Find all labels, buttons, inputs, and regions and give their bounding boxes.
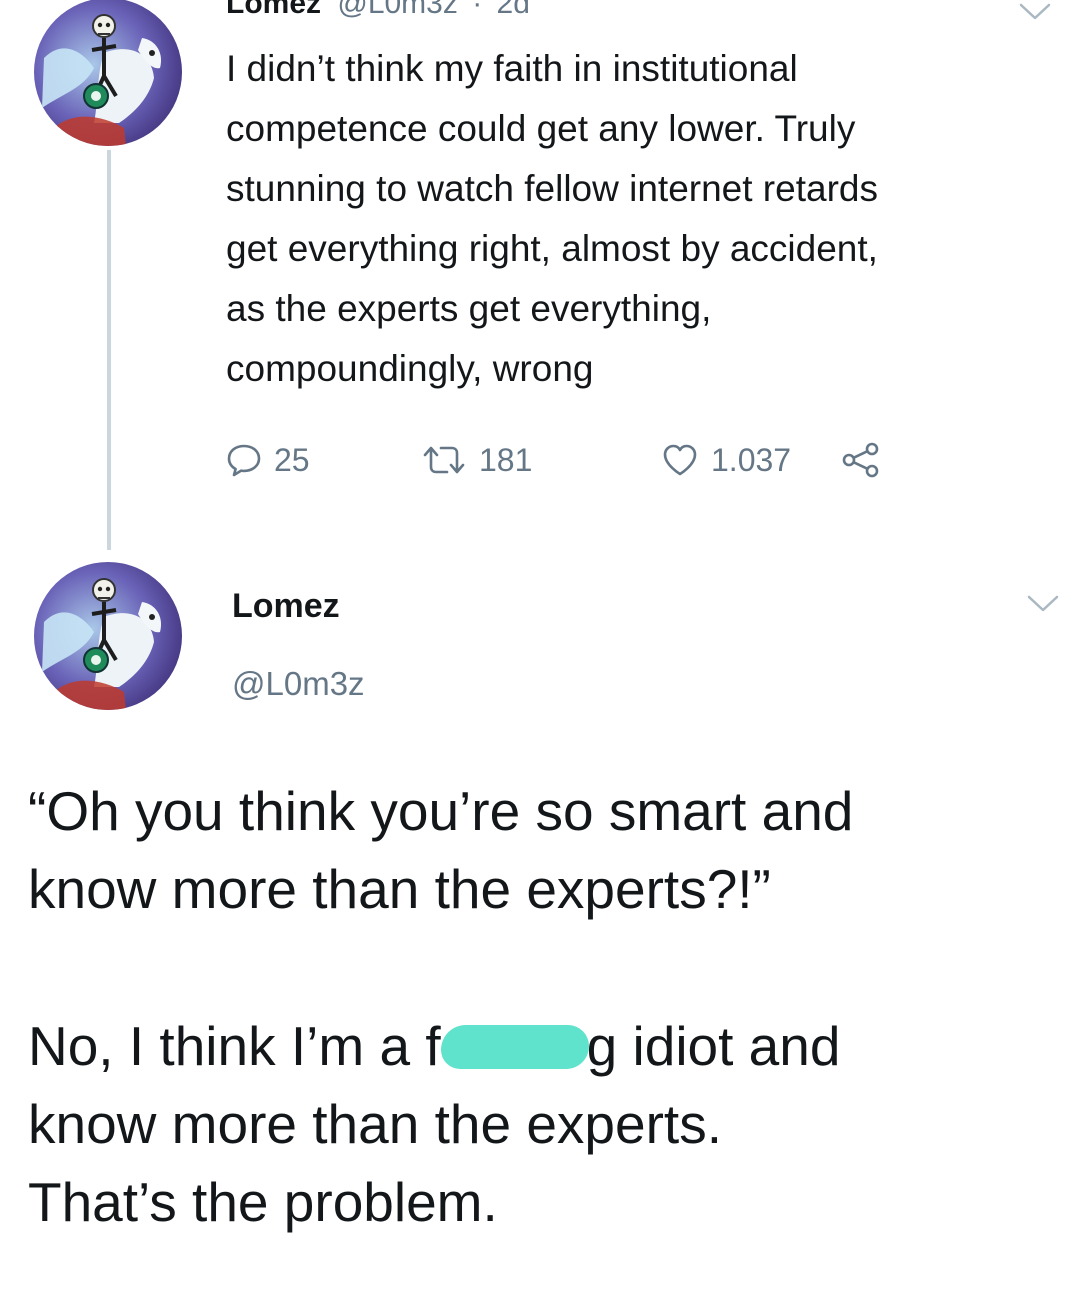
tweet-text-line: competence could get any lower. Truly bbox=[226, 108, 856, 149]
reply-count: 25 bbox=[274, 441, 310, 478]
tweet-text-line: I didn’t think my faith in institutional bbox=[226, 48, 798, 89]
heart-icon bbox=[663, 444, 697, 476]
like-button[interactable]: 1.037 bbox=[661, 442, 841, 479]
tweet-text: “Oh you think you’re so smart and know m… bbox=[28, 772, 1058, 1241]
avatar[interactable] bbox=[34, 562, 182, 710]
tweet-text-line: as the experts get everything, bbox=[226, 288, 712, 329]
chevron-down-icon[interactable] bbox=[1018, 2, 1052, 22]
tweet-paragraph: “Oh you think you’re so smart and know m… bbox=[28, 772, 1058, 928]
share-button[interactable] bbox=[841, 442, 881, 478]
tweet-text-line: know more than the experts?!” bbox=[28, 858, 771, 920]
author-handle[interactable]: @L0m3z bbox=[232, 664, 365, 704]
censor-blob-shape bbox=[440, 1025, 589, 1069]
text-segment: No, I think I’m a f bbox=[28, 1015, 441, 1077]
reply-button[interactable]: 25 bbox=[226, 442, 421, 479]
tweet-paragraph: No, I think I’m a f g idiot and know more… bbox=[28, 1007, 1058, 1241]
chevron-down-icon[interactable] bbox=[1026, 594, 1060, 614]
tweet-text-line: That’s the problem. bbox=[28, 1171, 498, 1233]
retweet-icon bbox=[423, 446, 465, 474]
censor-blob bbox=[437, 1021, 591, 1073]
retweet-button[interactable]: 181 bbox=[421, 442, 661, 479]
avatar-skeleton-rider-icon bbox=[34, 0, 182, 146]
tweet-timestamp[interactable]: 2d bbox=[497, 0, 530, 20]
tweet-text: I didn’t think my faith in institutional… bbox=[226, 39, 1066, 399]
tweet-header: Lomez @L0m3z · 2d bbox=[226, 0, 530, 22]
tweet-text-line: compoundingly, wrong bbox=[226, 348, 594, 389]
author-handle[interactable]: @L0m3z bbox=[337, 0, 458, 20]
tweet-text-line: stunning to watch fellow internet retard… bbox=[226, 168, 878, 209]
tweet-actions: 25 181 1.037 bbox=[226, 438, 881, 482]
thread-connector-line bbox=[107, 150, 111, 550]
retweet-count: 181 bbox=[479, 441, 533, 478]
text-segment: g idiot and bbox=[586, 1015, 841, 1077]
author-name[interactable]: Lomez bbox=[226, 0, 321, 20]
avatar[interactable] bbox=[34, 0, 182, 146]
tweet-text-line: “Oh you think you’re so smart and bbox=[28, 780, 854, 842]
tweet-text-line: get everything right, almost by accident… bbox=[226, 228, 878, 269]
author-name[interactable]: Lomez bbox=[232, 586, 340, 626]
header-separator: · bbox=[472, 0, 483, 20]
comment-icon bbox=[227, 444, 261, 477]
share-icon bbox=[842, 442, 879, 478]
avatar-skeleton-rider-icon bbox=[34, 562, 182, 710]
tweet-text-line: know more than the experts. bbox=[28, 1093, 722, 1155]
like-count: 1.037 bbox=[711, 441, 792, 478]
tweet-text-line: No, I think I’m a f g idiot and bbox=[28, 1007, 1058, 1085]
